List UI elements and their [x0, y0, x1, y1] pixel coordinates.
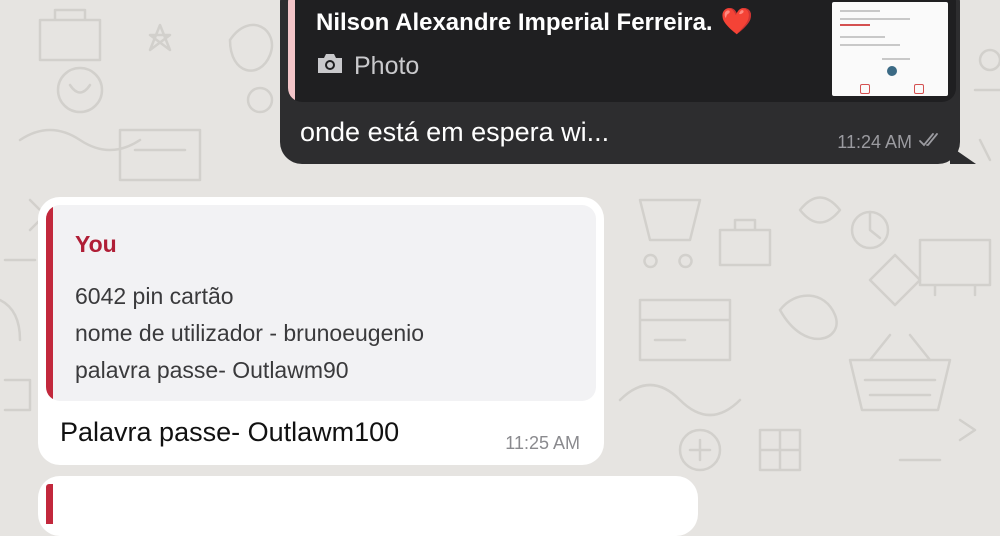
reply-quote[interactable]: You 6042 pin cartão nome de utilizador -…	[46, 205, 596, 401]
message-text: Palavra passe- Outlawm100	[60, 417, 400, 447]
quote-accent-bar	[46, 484, 53, 524]
quote-line: nome de utilizador - brunoeugenio	[75, 320, 425, 346]
double-check-icon	[918, 132, 942, 153]
message-meta: 11:24 AM	[837, 132, 942, 153]
bubble-tail	[950, 146, 976, 164]
heart-reaction-icon: ❤️	[720, 6, 753, 36]
incoming-message-bubble[interactable]: You 6042 pin cartão nome de utilizador -…	[38, 197, 604, 465]
quote-accent-bar	[46, 205, 53, 401]
outgoing-message-bubble[interactable]: Nilson Alexandre Imperial Ferreira. ❤️ Ph…	[280, 0, 976, 164]
message-time: 11:24 AM	[837, 132, 912, 152]
quote-author: You	[75, 231, 117, 257]
reply-quote[interactable]: Nilson Alexandre Imperial Ferreira. ❤️ Ph…	[288, 0, 956, 102]
quote-line: 6042 pin cartão	[75, 283, 234, 309]
quote-line: palavra passe- Outlawm90	[75, 357, 349, 383]
quote-author: Nilson Alexandre Imperial Ferreira. ❤️	[316, 6, 753, 36]
next-message-bubble[interactable]	[38, 476, 698, 536]
quote-accent-bar	[288, 0, 295, 102]
media-label: Photo	[354, 52, 420, 80]
quote-media-type: Photo	[316, 52, 419, 81]
message-text: onde está em espera wi...	[300, 117, 610, 147]
photo-thumbnail[interactable]	[832, 2, 948, 96]
camera-icon	[316, 52, 344, 81]
message-time: 11:25 AM	[505, 433, 580, 453]
